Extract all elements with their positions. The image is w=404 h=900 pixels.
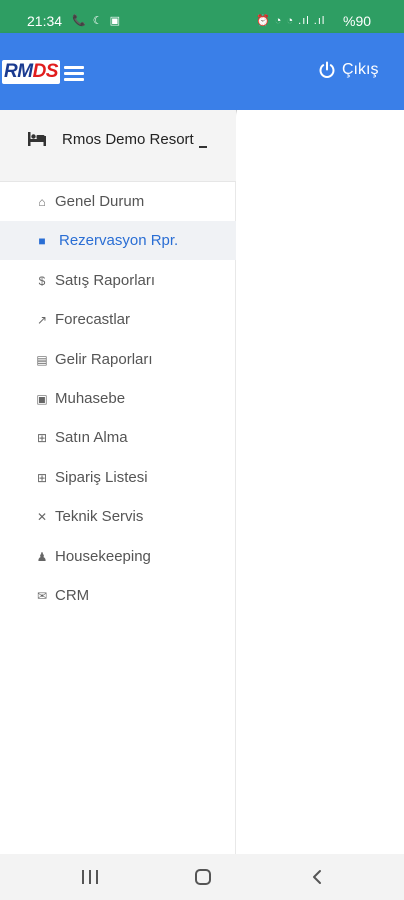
- menu-item-forecastlar[interactable]: ↗ Forecastlar: [0, 300, 236, 339]
- collapse-icon[interactable]: [199, 146, 207, 148]
- menu-item-label: Rezervasyon Rpr.: [59, 232, 179, 249]
- menu-item-crm[interactable]: ✉ CRM: [0, 576, 236, 615]
- app-bar: RMDS Çıkış: [0, 33, 404, 110]
- menu-item-muhasebe[interactable]: ▣ Muhasebe: [0, 379, 236, 418]
- trending-up-icon: ↗: [36, 312, 48, 327]
- back-icon[interactable]: [310, 869, 326, 885]
- status-signal-icons: ⏰ ◔ ◔ .ıl .ıl: [256, 15, 326, 27]
- menu-item-gelir-raporlari[interactable]: ▤ Gelir Raporları: [0, 340, 236, 379]
- recents-icon[interactable]: [82, 870, 98, 884]
- power-icon: [319, 61, 335, 78]
- menu-item-siparis-listesi[interactable]: ⊞ Sipariş Listesi: [0, 458, 236, 497]
- briefcase-icon: ▣: [36, 391, 48, 406]
- menu-item-label: Satın Alma: [55, 429, 128, 446]
- menu-item-label: Satış Raporları: [55, 272, 156, 289]
- rmos-logo: RMDS: [2, 60, 60, 84]
- logo-text-rm: RM: [4, 61, 33, 82]
- hotel-icon: [28, 132, 46, 146]
- hotel-selector[interactable]: Rmos Demo Resort: [0, 110, 236, 182]
- menu-item-teknik-servis[interactable]: ✕ Teknik Servis: [0, 497, 236, 536]
- menu-toggle-icon[interactable]: [64, 66, 84, 81]
- logout-button[interactable]: Çıkış: [318, 61, 378, 79]
- logo-text-ds: DS: [32, 61, 59, 82]
- menu-item-rezervasyon[interactable]: ■ Rezervasyon Rpr.: [0, 221, 236, 260]
- menu-item-label: Housekeeping: [55, 548, 151, 565]
- hotel-name: Rmos Demo Resort: [62, 131, 194, 148]
- home-icon: ⌂: [38, 194, 46, 209]
- status-bar: 21:34 📞 ☾ ▣ ⏰ ◔ ◔ .ıl .ıl %90: [0, 0, 404, 33]
- menu-item-housekeeping[interactable]: ♟ Housekeeping: [0, 537, 236, 576]
- add-box-icon: ⊞: [36, 470, 48, 485]
- logout-label: Çıkış: [342, 61, 379, 78]
- system-navigation-bar: [0, 854, 404, 900]
- add-box-icon: ⊞: [36, 430, 48, 445]
- home-button-icon[interactable]: [195, 869, 211, 885]
- menu-item-label: Genel Durum: [55, 193, 145, 210]
- document-icon: ▤: [36, 352, 48, 367]
- battery-level: %90: [343, 13, 372, 29]
- navigation-drawer: Rmos Demo Resort ⌂ Genel Durum ■ Rezerva…: [0, 110, 236, 854]
- suitcase-icon: ■: [38, 233, 46, 248]
- status-notification-icons: 📞 ☾ ▣: [72, 15, 123, 27]
- menu-item-label: Forecastlar: [55, 311, 131, 328]
- menu-item-label: Muhasebe: [55, 390, 126, 407]
- menu-item-label: CRM: [55, 587, 90, 604]
- menu-item-label: Gelir Raporları: [55, 351, 153, 368]
- menu-item-label: Sipariş Listesi: [55, 469, 148, 486]
- menu-item-genel-durum[interactable]: ⌂ Genel Durum: [0, 182, 236, 221]
- dollar-icon: $: [38, 273, 46, 288]
- menu-item-satin-alma[interactable]: ⊞ Satın Alma: [0, 418, 236, 457]
- shuffle-icon: ✕: [36, 509, 48, 524]
- menu-item-label: Teknik Servis: [55, 508, 144, 525]
- status-time: 21:34: [27, 13, 63, 29]
- menu-item-satis-raporlari[interactable]: $ Satış Raporları: [0, 261, 236, 300]
- mail-icon: ✉: [36, 588, 48, 603]
- bell-icon: ♟: [36, 549, 48, 564]
- main-content-area[interactable]: [237, 110, 404, 854]
